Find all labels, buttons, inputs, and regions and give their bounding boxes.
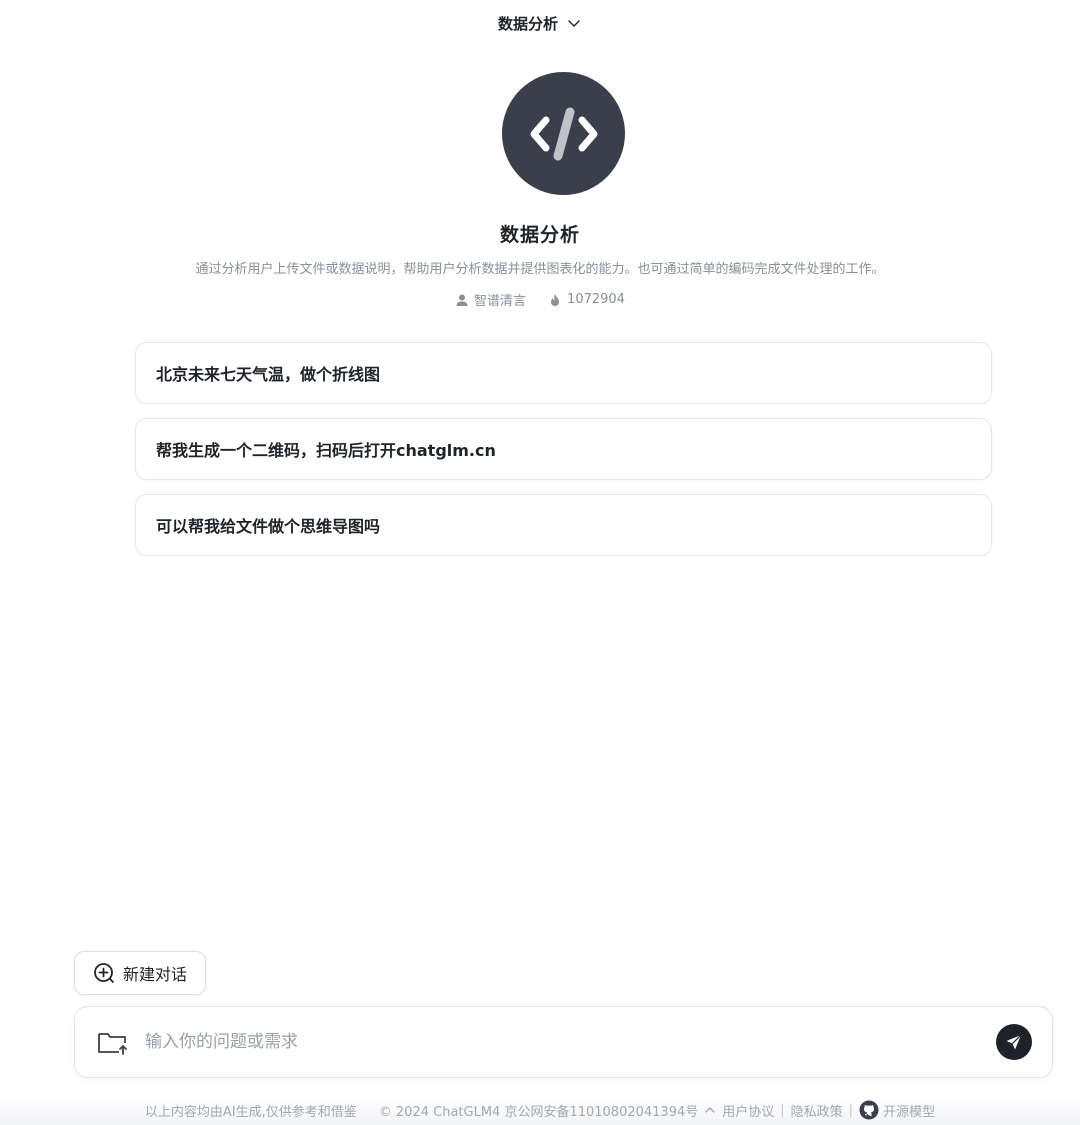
footer-privacy[interactable]: 隐私政策 [791,1101,843,1120]
send-icon [1006,1034,1022,1050]
chevron-up-icon[interactable] [704,1104,716,1116]
folder-upload-icon [98,1033,127,1055]
user-icon [456,294,468,306]
footer-user-agreement[interactable]: 用户协议 [722,1101,774,1120]
footer-separator: | [848,1102,854,1118]
footer-copyright[interactable]: © 2024 ChatGLM4 京公网安备11010802041394号 [379,1101,698,1120]
usage-count: 1072904 [567,292,625,307]
code-icon [530,107,597,160]
github-icon [859,1100,879,1120]
agent-usage: 1072904 [548,292,625,307]
footer-disclaimer: 以上内容均由AI生成,仅供参考和借鉴 [144,1104,357,1120]
new-chat-label: 新建对话 [122,965,187,984]
suggestion-item[interactable]: 帮我生成一个二维码，扫码后打开chatglm.cn [135,418,992,480]
agent-description: 通过分析用户上传文件或数据说明，帮助用户分析数据并提供图表化的能力。也可通过简单… [195,262,885,277]
agent-meta: 智谱清言 1072904 [0,290,1080,309]
agent-switcher[interactable]: 数据分析 [0,10,1080,36]
agent-avatar [502,72,625,195]
new-chat-icon [94,963,114,983]
footer: 以上内容均由AI生成,仅供参考和借鉴 © 2024 ChatGLM4 京公网安备… [0,1095,1080,1125]
open-source-label: 开源模型 [883,1104,936,1120]
send-button[interactable] [996,1024,1032,1060]
header-title: 数据分析 [497,14,558,33]
upload-file-button[interactable] [95,1024,131,1060]
suggestion-item[interactable]: 北京未来七天气温，做个折线图 [135,342,992,404]
chat-input[interactable] [145,1032,996,1052]
suggestion-list: 北京未来七天气温，做个折线图 帮我生成一个二维码，扫码后打开chatglm.cn… [135,342,992,556]
footer-open-source[interactable]: 开源模型 [859,1100,935,1120]
author-name: 智谱清言 [474,294,527,309]
new-chat-button[interactable]: 新建对话 [74,951,206,995]
suggestion-item[interactable]: 可以帮我给文件做个思维导图吗 [135,494,992,556]
flame-icon [551,293,560,306]
footer-separator: | [780,1102,785,1118]
chevron-down-icon [566,15,582,31]
agent-author: 智谱清言 [455,290,526,309]
chat-input-bar [74,1006,1053,1078]
agent-name: 数据分析 [499,224,580,246]
